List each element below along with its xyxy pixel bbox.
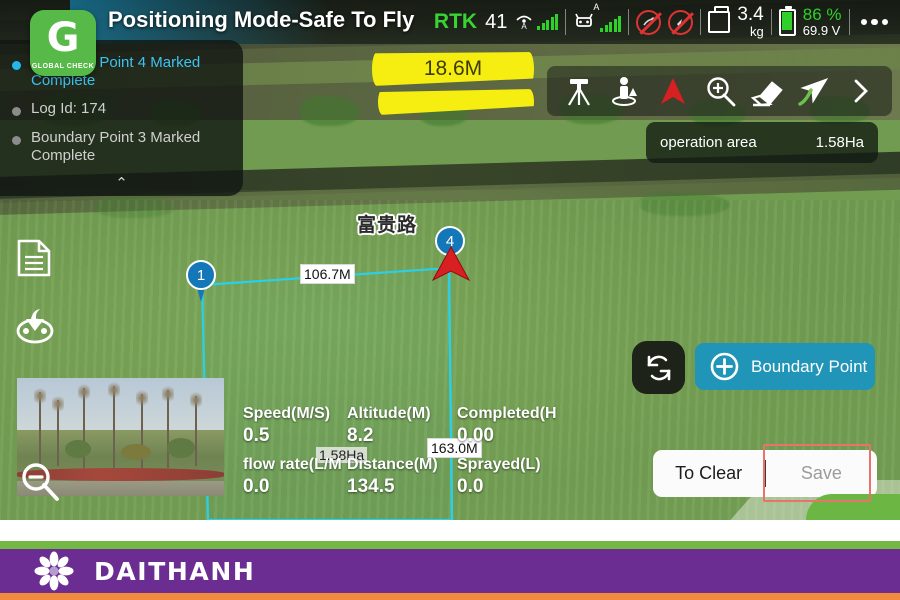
eraser-icon[interactable]	[747, 71, 787, 111]
operation-area-label: operation area	[660, 134, 757, 151]
log-status-dot	[12, 61, 21, 70]
battery-percent: 86 %	[802, 4, 842, 24]
operation-area-panel: operation area 1.58Ha	[646, 122, 878, 163]
zoom-in-icon[interactable]	[700, 71, 740, 111]
status-indicators: RTK 41 A A 3.4 kg 86 % 69.9 V	[434, 0, 892, 44]
drone-ground-station-screen: 1 4 106.7M 163.0M 1.58Ha M 富贵路 18.6M Spe…	[0, 0, 900, 600]
divider	[565, 9, 567, 35]
log-status-dot	[12, 107, 21, 117]
pip-shrub	[121, 444, 151, 460]
payload-readout: 3.4 kg	[737, 5, 763, 39]
aircraft-position-icon[interactable]	[653, 71, 693, 111]
log-item: Log Id: 174	[12, 100, 231, 118]
pip-shrub	[65, 440, 91, 458]
no-obstacle-avoidance-icon	[668, 9, 694, 35]
log-item-text: Log Id: 174	[31, 100, 107, 118]
payload-tank-icon	[708, 6, 731, 33]
logo-letter: G	[46, 15, 80, 61]
banner-white-stripe	[0, 520, 900, 541]
collapse-log-chevron-icon[interactable]: ⌃	[0, 174, 243, 192]
route-pointer-icon[interactable]	[794, 71, 834, 111]
brand-name: DAITHANH	[94, 556, 256, 586]
telemetry-value: 0.5	[243, 425, 270, 446]
remote-signal-icon: A	[514, 13, 559, 30]
remote-signal-bars	[537, 13, 559, 30]
no-spray-icon	[636, 9, 662, 35]
battery-readout: 86 % 69.9 V	[803, 5, 842, 39]
pip-tree	[108, 380, 120, 470]
telemetry-header: Altitude(M)	[347, 405, 431, 422]
edge-distance-label: 106.7M	[300, 264, 355, 284]
refresh-sync-icon[interactable]	[632, 341, 685, 394]
boundary-marker-1[interactable]: 1	[186, 260, 216, 302]
telemetry-value: 0.0	[243, 476, 270, 497]
telemetry-header: Distance(M)	[347, 456, 438, 473]
rtk-value: 41	[485, 10, 508, 33]
log-item-text: Boundary Point 3 Marked Complete	[31, 129, 201, 164]
chevron-right-icon[interactable]	[841, 71, 881, 111]
plus-circle-icon	[710, 352, 739, 381]
drone-heading-arrow[interactable]	[431, 246, 471, 282]
divider	[848, 9, 850, 35]
add-boundary-point-button[interactable]: Boundary Point	[695, 343, 875, 390]
payload-unit: kg	[750, 24, 764, 40]
sprinkler-nozzle-icon[interactable]	[14, 305, 56, 345]
remote-antenna-glyph: A	[516, 15, 532, 30]
telemetry-header: flow rate(L/M	[243, 456, 342, 473]
save-button-focus-highlight	[763, 444, 871, 502]
map-tools-toolbar	[547, 66, 892, 116]
road-name-label: 富贵路	[357, 215, 418, 236]
logo-caption: GLOBAL CHECK	[31, 63, 95, 70]
divider	[770, 9, 772, 35]
walk-survey-icon[interactable]	[606, 71, 646, 111]
telemetry-header: Sprayed(L)	[457, 456, 541, 473]
telemetry-value: 0.00	[457, 425, 494, 446]
banner-purple-band: DAITHANH	[0, 549, 900, 593]
log-item: Boundary Point 3 Marked Complete	[12, 129, 231, 164]
pip-shrub	[167, 438, 195, 458]
global-check-logo: G GLOBAL CHECK	[30, 10, 96, 76]
banner-green-stripe	[0, 541, 900, 549]
survey-tripod-icon[interactable]	[559, 71, 599, 111]
brand-banner: DAITHANH	[0, 520, 900, 600]
battery-fill	[782, 12, 793, 30]
marker-label: 1	[196, 266, 206, 284]
flower-logo-icon	[34, 551, 74, 591]
aircraft-signal-icon: A	[573, 2, 622, 32]
telemetry-value: 134.5	[347, 476, 395, 497]
telemetry-readout: Speed(M/S) Altitude(M) Completed(H 0.5 8…	[243, 405, 573, 505]
document-icon[interactable]	[16, 238, 52, 278]
telemetry-header: Speed(M/S)	[243, 405, 331, 422]
divider	[700, 9, 702, 35]
payload-weight: 3.4	[737, 4, 764, 26]
svg-text:A: A	[522, 22, 528, 30]
divider	[628, 9, 630, 35]
aircraft-signal-bars	[600, 16, 622, 32]
pip-tree	[162, 384, 174, 468]
telemetry-value: 8.2	[347, 425, 374, 446]
more-options-icon[interactable]	[857, 18, 893, 26]
zoom-out-icon[interactable]	[17, 458, 63, 504]
to-clear-button[interactable]: To Clear	[653, 463, 764, 484]
telemetry-value: 0.0	[457, 476, 484, 497]
log-status-dot	[12, 136, 21, 146]
telemetry-grid: Speed(M/S) Altitude(M) Completed(H 0.5 8…	[243, 405, 573, 505]
pip-tree	[34, 386, 46, 466]
aircraft-glyph	[575, 13, 594, 27]
pip-tree	[52, 394, 64, 466]
aircraft-signal-label: A	[593, 2, 600, 12]
telemetry-header: Completed(H	[457, 405, 557, 422]
page-title: Positioning Mode-Safe To Fly	[108, 7, 415, 32]
battery-icon	[778, 5, 796, 36]
operation-area-value: 1.58Ha	[815, 134, 864, 151]
boundary-point-label: Boundary Point	[751, 356, 868, 376]
rtk-label: RTK	[433, 10, 478, 33]
pip-tree	[190, 390, 202, 466]
banner-orange-stripe	[0, 593, 900, 600]
battery-voltage: 69.9 V	[802, 23, 841, 39]
